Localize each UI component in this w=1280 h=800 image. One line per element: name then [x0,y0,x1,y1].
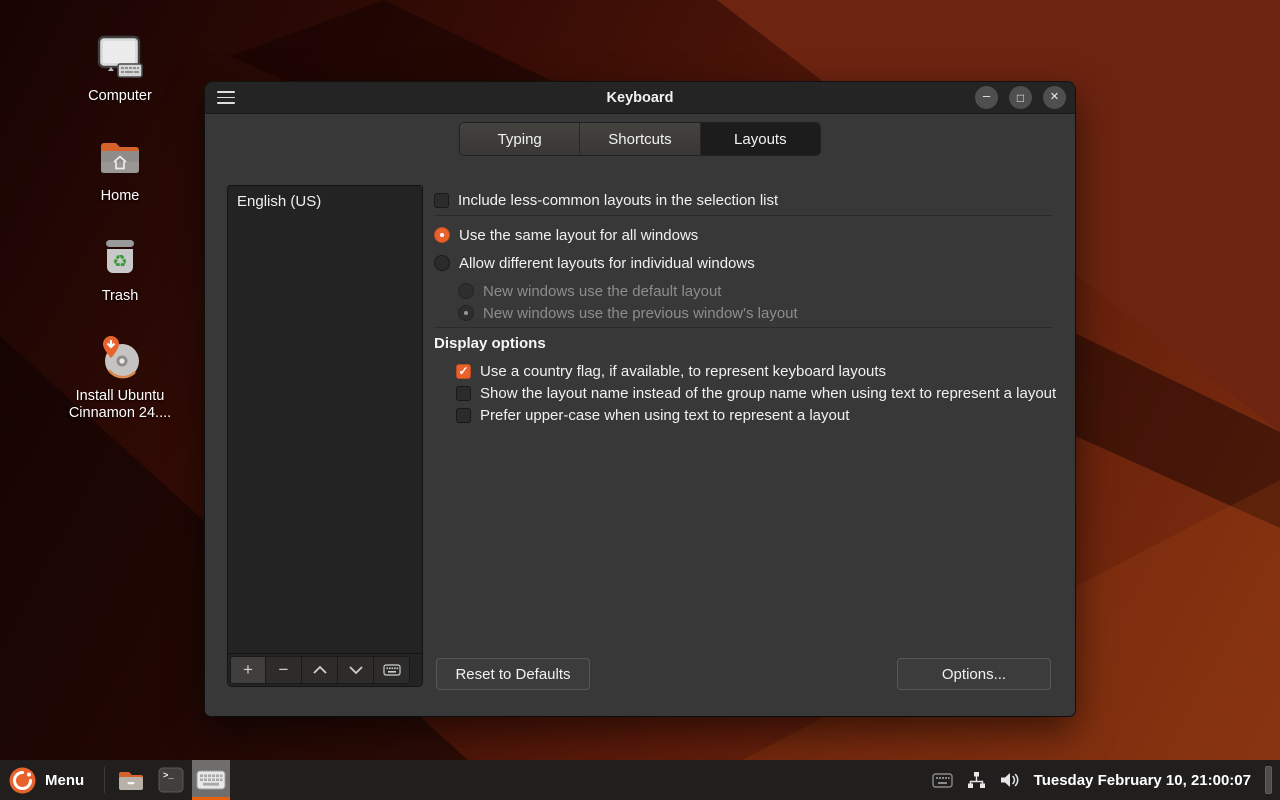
layouts-toolbar: + − [227,653,423,687]
keyboard-app-launcher[interactable] [192,760,230,800]
move-layout-down-button[interactable] [338,656,374,684]
tab-bar: Typing Shortcuts Layouts [459,122,821,156]
option-label: Show the layout name instead of the grou… [480,385,1056,402]
checkbox-checked: ✓ [456,364,471,379]
remove-icon: − [279,660,289,680]
desktop: Computer Home ♻ Trash [0,0,1280,800]
desktop-icon-home[interactable]: Home [58,128,182,205]
option-label: New windows use the default layout [483,283,721,300]
radio-unselected [434,255,450,271]
move-down-icon [348,665,364,675]
radio-selected [434,227,450,243]
radio-different-layouts[interactable]: Allow different layouts for individual w… [434,253,755,273]
terminal-icon: >_ [158,767,184,793]
desktop-icon-installer[interactable]: Install Ubuntu Cinnamon 24.... [58,328,182,422]
svg-text:>_: >_ [163,771,174,781]
options-button[interactable]: Options... [897,658,1051,690]
radio-disabled-selected [458,305,474,321]
keyboard-window: Keyboard – □ ✕ Typing Shortcuts Layouts … [205,82,1075,716]
close-button[interactable]: ✕ [1043,86,1066,109]
option-label: Allow different layouts for individual w… [459,255,755,272]
option-label: Include less-common layouts in the selec… [458,192,778,209]
desktop-icon-label: Install Ubuntu Cinnamon 24.... [58,388,182,422]
option-country-flag[interactable]: ✓ Use a country flag, if available, to r… [456,361,886,381]
option-prefer-uppercase[interactable]: Prefer upper-case when using text to rep… [456,405,849,425]
show-layout-icon [383,664,401,676]
checkbox-unchecked [434,193,449,208]
installer-icon [91,328,149,386]
tab-shortcuts[interactable]: Shortcuts [580,123,700,155]
distro-logo-icon [9,767,36,794]
minimize-button[interactable]: – [975,86,998,109]
move-layout-up-button[interactable] [302,656,338,684]
titlebar[interactable]: Keyboard – □ ✕ [205,82,1075,114]
option-label: New windows use the previous window's la… [483,305,798,322]
system-tray: Tuesday February 10, 21:00:07 [932,766,1280,794]
reset-to-defaults-button[interactable]: Reset to Defaults [436,658,590,690]
option-label: Use a country flag, if available, to rep… [480,363,886,380]
move-up-icon [312,665,328,675]
network-icon[interactable] [967,771,986,789]
volume-icon[interactable] [1000,772,1020,788]
check-icon: ✓ [458,365,468,377]
window-content: Typing Shortcuts Layouts English (US) + … [205,114,1075,715]
option-include-less-common[interactable]: Include less-common layouts in the selec… [434,190,778,210]
menu-button[interactable]: Menu [0,760,98,800]
separator [434,327,1052,328]
checkbox-unchecked [456,408,471,423]
show-desktop-button[interactable] [1265,766,1272,794]
desktop-icon-label: Home [58,188,182,205]
add-layout-button[interactable]: + [230,656,266,684]
menu-label: Menu [45,772,84,789]
checkbox-unchecked [456,386,471,401]
home-folder-icon [91,128,149,186]
terminal-launcher[interactable]: >_ [152,760,190,800]
trash-icon: ♻ [91,228,149,286]
show-layout-button[interactable] [374,656,410,684]
radio-disabled [458,283,474,299]
window-title: Keyboard [205,90,1075,106]
computer-icon [91,28,149,86]
radio-same-layout[interactable]: Use the same layout for all windows [434,225,698,245]
option-label: Prefer upper-case when using text to rep… [480,407,849,424]
radio-new-windows-default: New windows use the default layout [458,281,721,301]
display-options-header: Display options [434,335,546,352]
layouts-listbox: English (US) [227,185,423,653]
desktop-icon-label: Trash [58,288,182,305]
remove-layout-button[interactable]: − [266,656,302,684]
svg-text:♻: ♻ [112,252,127,271]
maximize-button[interactable]: □ [1009,86,1032,109]
bottom-panel: Menu >_ [0,760,1280,800]
layout-list-item[interactable]: English (US) [228,186,422,217]
panel-clock[interactable]: Tuesday February 10, 21:00:07 [1034,772,1251,789]
option-show-layout-name[interactable]: Show the layout name instead of the grou… [456,383,1056,403]
tab-typing[interactable]: Typing [460,123,580,155]
desktop-icon-computer[interactable]: Computer [58,28,182,105]
add-icon: + [243,660,253,680]
keyboard-indicator-icon[interactable] [932,773,953,788]
desktop-icon-trash[interactable]: ♻ Trash [58,228,182,305]
file-manager-launcher[interactable] [112,760,150,800]
option-label: Use the same layout for all windows [459,227,698,244]
keyboard-app-icon [196,769,226,791]
desktop-icon-label: Computer [58,88,182,105]
panel-separator [104,767,105,793]
tab-layouts[interactable]: Layouts [701,123,820,155]
separator [434,215,1052,216]
radio-new-windows-previous: New windows use the previous window's la… [458,303,798,323]
file-manager-icon [117,768,145,792]
